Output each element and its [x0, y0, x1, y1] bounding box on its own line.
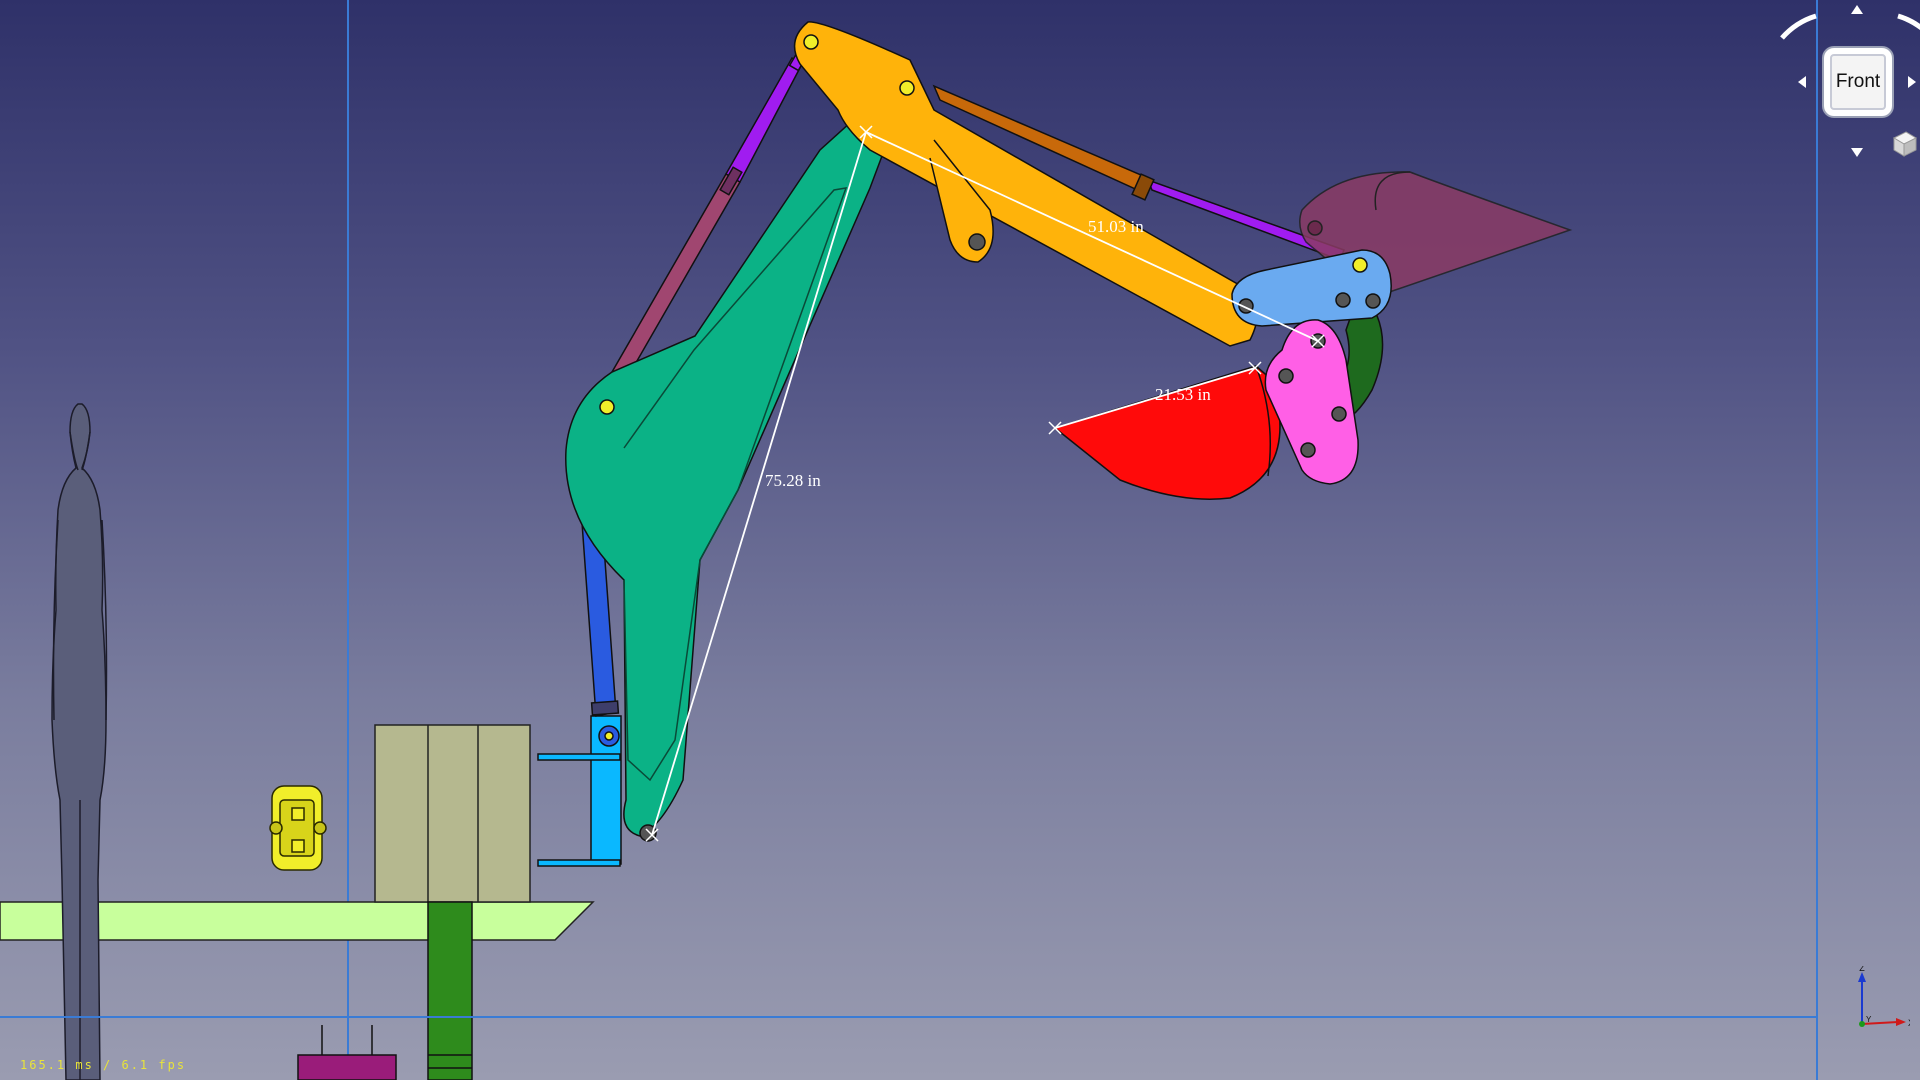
- bucket-link[interactable]: [1264, 319, 1359, 485]
- bucket-linkage[interactable]: [1231, 249, 1392, 327]
- navigation-cube[interactable]: Front: [1720, 0, 1920, 170]
- human-reference-figure[interactable]: [51, 403, 108, 1080]
- cad-scene[interactable]: 51.03 in 75.28 in 21.53 in: [0, 0, 1920, 1080]
- axis-label-x: X: [1908, 1018, 1910, 1028]
- arrow-left-icon[interactable]: [1798, 76, 1806, 88]
- navcube-front-face[interactable]: Front: [1822, 46, 1894, 118]
- rotate-left-icon[interactable]: [1780, 13, 1817, 40]
- mini-cube-icon[interactable]: [1892, 131, 1918, 157]
- axis-triad: Z X Y: [1858, 966, 1910, 1028]
- dimension-label-stick: 51.03 in: [1088, 217, 1144, 236]
- support-post[interactable]: [427, 901, 473, 1080]
- yellow-gear-assembly[interactable]: [269, 785, 327, 871]
- axis-label-z: Z: [1859, 966, 1865, 973]
- 3d-viewport[interactable]: 51.03 in 75.28 in 21.53 in Front Z Y 165…: [0, 0, 1920, 1080]
- rotate-right-icon[interactable]: [1897, 13, 1920, 38]
- frame-rate-readout: 165.1 ms / 6.1 fps: [20, 1058, 187, 1072]
- dimension-label-bucket: 21.53 in: [1155, 385, 1211, 404]
- arrow-up-icon[interactable]: [1851, 5, 1863, 14]
- dimension-label-boom: 75.28 in: [765, 471, 821, 490]
- axis-label-y: Y: [1866, 1015, 1872, 1024]
- arrow-down-icon[interactable]: [1851, 148, 1863, 157]
- arrow-right-icon[interactable]: [1908, 76, 1916, 88]
- mount-block[interactable]: [374, 724, 531, 903]
